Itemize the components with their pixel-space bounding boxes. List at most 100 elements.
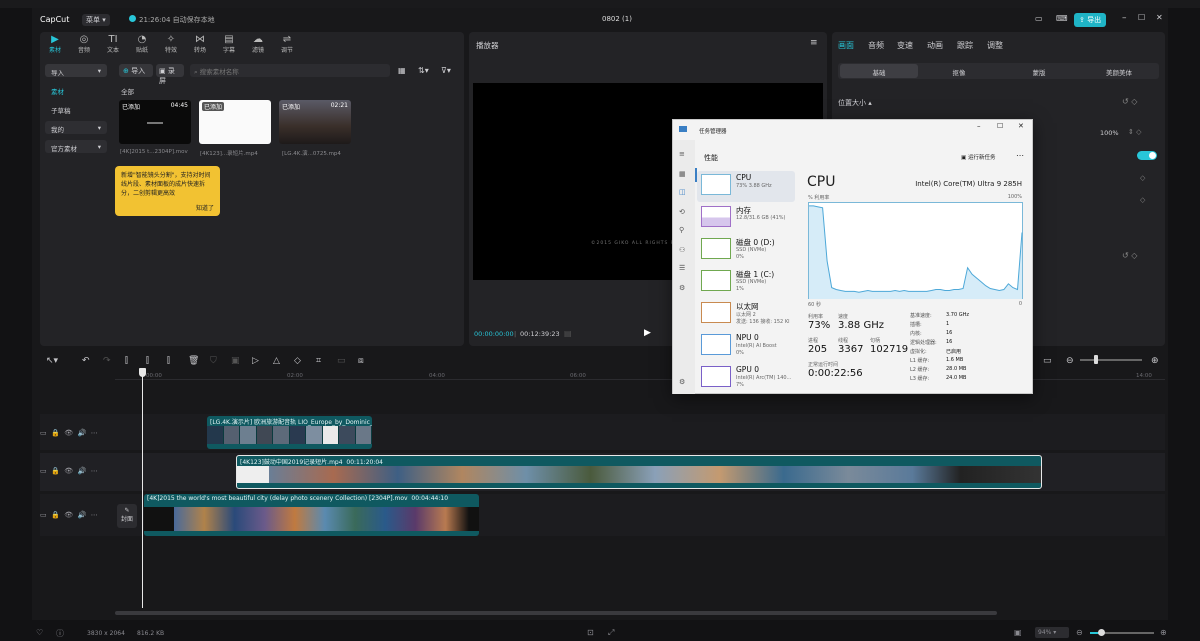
- subtab-basic[interactable]: 基础: [840, 64, 918, 78]
- timeline-scrollbar[interactable]: [115, 611, 997, 615]
- nav-sub-draft[interactable]: 子草稿: [45, 102, 107, 115]
- fit-icon[interactable]: ⊡: [587, 628, 594, 637]
- timeline-clip-selected[interactable]: [4K123]鼓动中国2019记录短片.mp4 00:11:20:04: [236, 455, 1042, 489]
- timeline-clip[interactable]: [4K]2015 the world's most beautiful city…: [144, 494, 479, 536]
- reset-icon[interactable]: ↺ ◇: [1122, 97, 1137, 106]
- media-item[interactable]: 已添加 02:21: [279, 100, 351, 144]
- tab-stickers[interactable]: ◔ 贴纸: [130, 34, 154, 56]
- task-manager-window[interactable]: 任务管理器 – ☐ ✕ ≡ ▦ ◫ ⟲ ⚲ ⚇ ☰ ⚙ ⚙ 性能 ▣ 运行新任务…: [672, 119, 1033, 394]
- tab-materials[interactable]: ▶ 素材: [43, 34, 67, 56]
- playhead-handle[interactable]: [139, 368, 146, 377]
- services-icon[interactable]: ⚙: [679, 284, 685, 292]
- maximize-icon[interactable]: ☐: [1138, 13, 1145, 22]
- tab-transitions[interactable]: ⋈ 转场: [188, 34, 212, 56]
- nav-official[interactable]: 官方素材 ▾: [45, 140, 107, 153]
- playhead[interactable]: [142, 368, 143, 608]
- hamburger-icon[interactable]: ≡: [679, 150, 685, 158]
- split-right-icon[interactable]: ⫿: [167, 356, 170, 366]
- menu-button[interactable]: 菜单 ▾: [82, 14, 110, 26]
- users-icon[interactable]: ⚇: [679, 246, 685, 254]
- resource-gpu[interactable]: GPU 0 Intel(R) Arc(TM) 140... 7%: [697, 363, 795, 394]
- tip-ok-button[interactable]: 知道了: [196, 204, 214, 213]
- tab-filters[interactable]: ☁ 滤镜: [246, 34, 270, 56]
- delete-icon[interactable]: 🗑: [188, 356, 199, 366]
- info-icon[interactable]: ⓘ: [56, 628, 64, 639]
- nav-mine[interactable]: 我的 ▾: [45, 121, 107, 134]
- settings-icon[interactable]: ⚙: [679, 378, 685, 386]
- preview-icon[interactable]: ▭: [1043, 356, 1052, 366]
- keyframe-icon[interactable]: ◇: [1140, 174, 1145, 182]
- layout-icon[interactable]: ▭: [1035, 14, 1043, 23]
- undo-icon[interactable]: ↶: [82, 356, 90, 366]
- subtab-beauty[interactable]: 美颜美体: [1080, 64, 1158, 78]
- export-button[interactable]: ⇪ 导出: [1074, 13, 1107, 27]
- filter-icon[interactable]: ⊽▾: [441, 66, 451, 75]
- tab-text[interactable]: TI 文本: [101, 34, 125, 56]
- resource-npu[interactable]: NPU 0 Intel(R) AI Boost 0%: [697, 331, 795, 362]
- split-left-icon[interactable]: ⫿: [146, 356, 149, 366]
- caption-tool-icon[interactable]: ▭: [337, 356, 346, 366]
- zoom-in-icon[interactable]: ⊕: [1160, 628, 1167, 637]
- search-input[interactable]: ⌕ 搜索素材名称: [190, 64, 390, 77]
- zoom-out-icon[interactable]: ⊖: [1076, 628, 1083, 637]
- close-icon[interactable]: ✕: [1156, 13, 1163, 22]
- tm-minimize-icon[interactable]: –: [977, 122, 981, 130]
- track-controls[interactable]: ▭ 🔒 👁 🔊 ⋯: [40, 511, 115, 527]
- zoom-in-icon[interactable]: ⊕: [1151, 356, 1159, 366]
- play-reverse-icon[interactable]: ▷: [252, 356, 259, 366]
- heart-icon[interactable]: ♡: [36, 628, 43, 637]
- history-icon[interactable]: ⟲: [679, 208, 685, 216]
- screenshot-icon[interactable]: ▣: [1014, 628, 1022, 637]
- tab-audio[interactable]: ◎ 音频: [72, 34, 96, 56]
- uniform-scale-toggle[interactable]: [1137, 151, 1157, 160]
- subtab-cutout[interactable]: 抠像: [920, 64, 998, 78]
- tab-captions[interactable]: ▤ 字幕: [217, 34, 241, 56]
- redo-icon[interactable]: ↷: [103, 356, 111, 366]
- track-controls[interactable]: ▭ 🔒 👁 🔊 ⋯: [40, 467, 115, 483]
- fullscreen-icon[interactable]: ⤢: [608, 628, 614, 638]
- tab-speed[interactable]: 变速: [897, 40, 913, 51]
- tab-audio-props[interactable]: 音频: [868, 40, 884, 51]
- split-icon[interactable]: ⫿: [125, 356, 128, 366]
- nav-import[interactable]: 导入 ▾: [45, 64, 107, 77]
- keyframe-icon[interactable]: ◇: [1140, 196, 1145, 204]
- media-item[interactable]: 已添加 04:45: [119, 100, 191, 144]
- tab-tracking[interactable]: 跟踪: [957, 40, 973, 51]
- scale-stepper[interactable]: ⇕ ◇: [1128, 128, 1141, 136]
- cover-button[interactable]: ✎ 封面: [117, 504, 137, 528]
- scale-value[interactable]: 100%: [1100, 129, 1119, 137]
- zoom-select[interactable]: 94% ▾: [1035, 627, 1069, 638]
- nav-materials[interactable]: 素材: [45, 83, 107, 96]
- resource-disk1[interactable]: 磁盘 1 (C:) SSD (NVMe) 1%: [697, 267, 795, 298]
- zoom-out-icon[interactable]: ⊖: [1066, 356, 1074, 366]
- mirror-icon[interactable]: △: [273, 356, 280, 366]
- zoom-slider[interactable]: [1080, 355, 1142, 364]
- tab-animation[interactable]: 动画: [927, 40, 943, 51]
- tab-adjust[interactable]: ⇌ 调节: [275, 34, 299, 56]
- resource-disk0[interactable]: 磁盘 0 (D:) SSD (NVMe) 0%: [697, 235, 795, 266]
- startup-icon[interactable]: ⚲: [679, 226, 684, 234]
- performance-icon[interactable]: ◫: [679, 188, 686, 196]
- import-button[interactable]: ⊕ 导入: [119, 64, 153, 77]
- crop-icon[interactable]: ⌗: [316, 356, 321, 366]
- preview-zoom-slider[interactable]: [1090, 629, 1154, 636]
- record-button[interactable]: ▣ 录屏: [156, 64, 184, 85]
- shield-icon[interactable]: ⛉: [210, 356, 217, 366]
- more-icon[interactable]: ⋯: [1016, 151, 1024, 160]
- track-controls[interactable]: ▭ 🔒 👁 🔊 ⋯: [40, 429, 115, 445]
- run-task-button[interactable]: ▣ 运行新任务: [961, 153, 995, 161]
- tm-maximize-icon[interactable]: ☐: [997, 122, 1003, 130]
- minimize-icon[interactable]: –: [1122, 13, 1127, 23]
- tab-adjust-props[interactable]: 调整: [987, 40, 1003, 51]
- freeze-icon[interactable]: ▣: [231, 356, 240, 366]
- subtab-mask[interactable]: 蒙版: [1000, 64, 1078, 78]
- select-tool-icon[interactable]: ↖▾: [46, 356, 58, 366]
- shortcut-icon[interactable]: ⌨: [1056, 14, 1068, 23]
- sort-icon[interactable]: ⇅▾: [418, 66, 429, 75]
- resource-ethernet[interactable]: 以太网 以太网 2 发送: 136 接收: 152 Kl: [697, 299, 795, 330]
- tab-effects[interactable]: ✧ 特效: [159, 34, 183, 56]
- tm-close-icon[interactable]: ✕: [1018, 122, 1024, 130]
- details-icon[interactable]: ☰: [679, 264, 685, 272]
- smart-split-icon[interactable]: ⧈: [358, 356, 364, 366]
- resource-cpu[interactable]: CPU 73% 3.88 GHz: [697, 171, 795, 202]
